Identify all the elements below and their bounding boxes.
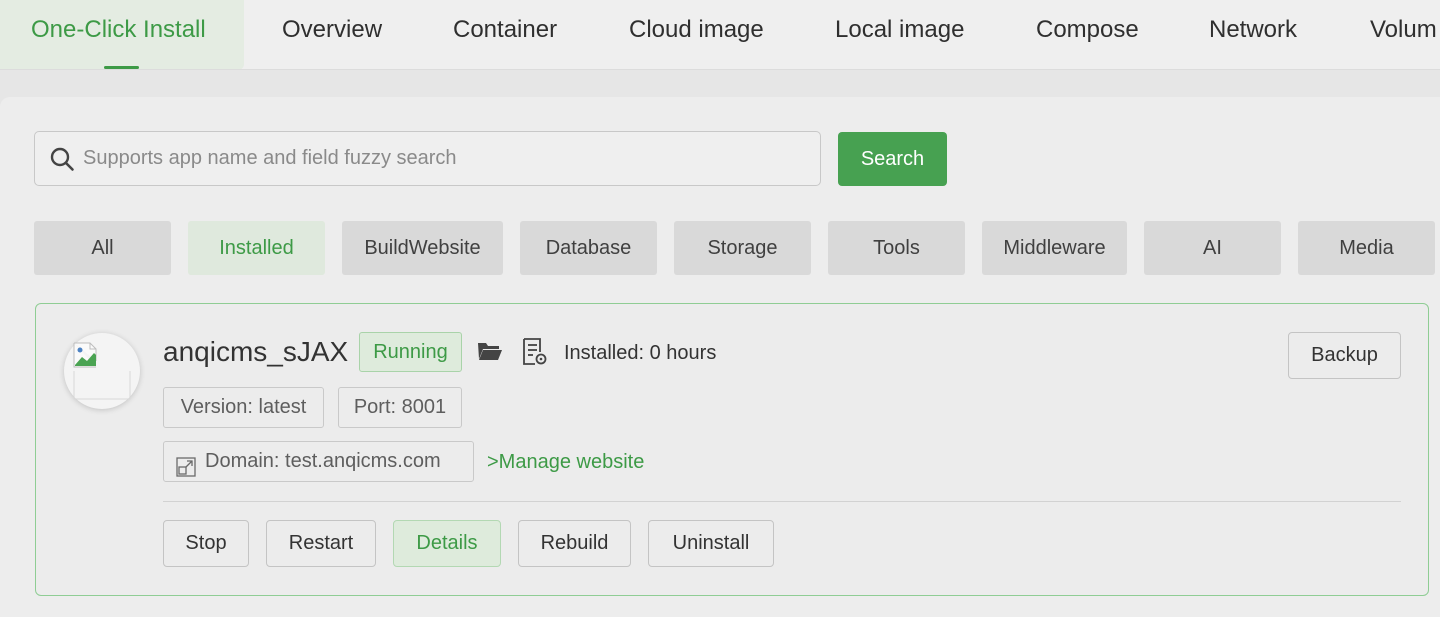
manage-website-link[interactable]: >Manage website xyxy=(487,450,644,474)
broken-image-icon xyxy=(72,341,132,406)
tab-container[interactable]: Container xyxy=(453,0,557,69)
active-tab-indicator xyxy=(104,66,139,69)
tab-cloud-image[interactable]: Cloud image xyxy=(629,0,764,69)
category-storage[interactable]: Storage xyxy=(674,221,811,275)
domain-text: Domain: test.anqicms.com xyxy=(205,450,441,472)
search-field[interactable] xyxy=(34,131,821,186)
restart-button[interactable]: Restart xyxy=(266,520,376,567)
folder-icon[interactable] xyxy=(477,339,503,368)
port-tag: Port: 8001 xyxy=(338,387,462,428)
stop-button[interactable]: Stop xyxy=(163,520,249,567)
category-buildwebsite[interactable]: BuildWebsite xyxy=(342,221,503,275)
tab-overview[interactable]: Overview xyxy=(282,0,382,69)
installed-time: Installed: 0 hours xyxy=(564,342,717,364)
search-button[interactable]: Search xyxy=(838,132,947,186)
backup-button[interactable]: Backup xyxy=(1288,332,1401,379)
category-media[interactable]: Media xyxy=(1298,221,1435,275)
tab-volume[interactable]: Volum xyxy=(1370,0,1437,69)
category-ai[interactable]: AI xyxy=(1144,221,1281,275)
rebuild-button[interactable]: Rebuild xyxy=(518,520,631,567)
search-icon xyxy=(49,146,75,172)
version-tag: Version: latest xyxy=(163,387,324,428)
app-avatar xyxy=(64,333,140,409)
external-link-icon xyxy=(176,452,196,491)
status-badge: Running xyxy=(359,332,462,372)
details-button[interactable]: Details xyxy=(393,520,501,567)
tab-network[interactable]: Network xyxy=(1209,0,1297,69)
card-divider xyxy=(163,501,1401,502)
category-installed[interactable]: Installed xyxy=(188,221,325,275)
category-database[interactable]: Database xyxy=(520,221,657,275)
category-tools[interactable]: Tools xyxy=(828,221,965,275)
domain-tag[interactable]: Domain: test.anqicms.com xyxy=(163,441,474,482)
tab-compose[interactable]: Compose xyxy=(1036,0,1139,69)
top-tab-bar: One-Click Install Overview Container Clo… xyxy=(0,0,1440,70)
category-all[interactable]: All xyxy=(34,221,171,275)
tab-local-image[interactable]: Local image xyxy=(835,0,964,69)
app-name: anqicms_sJAX xyxy=(163,336,349,367)
search-input[interactable] xyxy=(83,132,803,185)
category-middleware[interactable]: Middleware xyxy=(982,221,1127,275)
log-file-icon[interactable] xyxy=(522,338,548,371)
tab-one-click-install[interactable]: One-Click Install xyxy=(0,0,244,69)
uninstall-button[interactable]: Uninstall xyxy=(648,520,774,567)
